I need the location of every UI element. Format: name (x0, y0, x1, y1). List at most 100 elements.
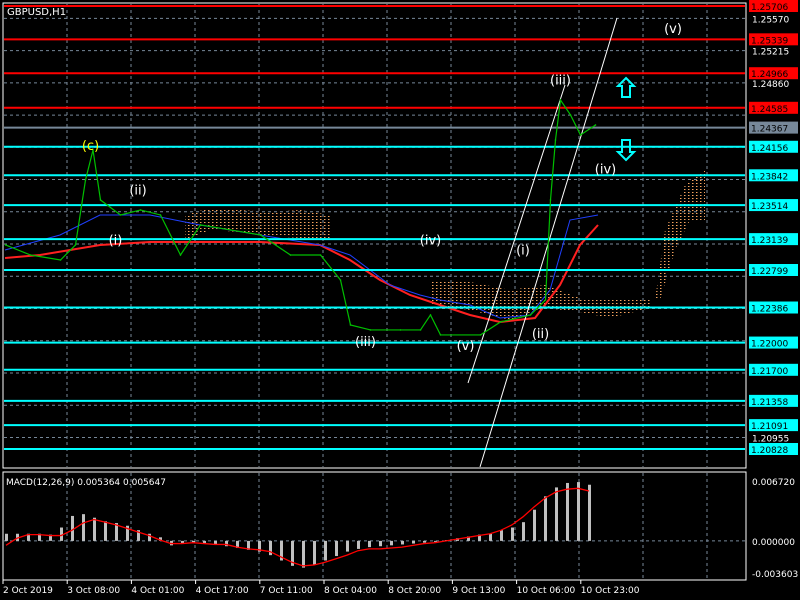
level-price-label: 1.25339 (751, 36, 788, 46)
trend-line-impulse[interactable] (467, 84, 566, 384)
trend-lines (467, 17, 618, 468)
price-point (319, 254, 322, 256)
wave-label: (c) (82, 139, 99, 154)
wave-label: (ii) (532, 327, 549, 342)
macd-histogram-bar (511, 527, 514, 541)
macd-histogram-bar (82, 514, 85, 541)
level-price-label: 1.24966 (751, 70, 788, 80)
price-axis: 1.25570 1.25215 1.24860 1.20955 (752, 15, 789, 444)
wave-label: (v) (664, 22, 682, 37)
level-price-label: 1.24367 (751, 125, 788, 135)
arrow-down-icon (615, 139, 637, 162)
level-price-label: 1.24156 (751, 144, 788, 154)
grid (4, 4, 745, 579)
price-point (419, 329, 422, 331)
price-point (529, 314, 532, 316)
macd-histogram-bar (412, 540, 415, 544)
price-point (569, 114, 572, 116)
wave-label: (iv) (420, 233, 441, 248)
macd-histogram-bar (500, 530, 503, 541)
level-price-label: 1.23842 (751, 172, 788, 182)
macd-tick-label: 0.006720 (752, 478, 795, 488)
chart-title: GBPUSD,H1 (7, 7, 66, 18)
level-price-label: 1.25706 (751, 3, 788, 13)
price-point (74, 244, 77, 246)
level-price-label: 1.22799 (751, 267, 788, 277)
macd-histogram-bar (346, 540, 349, 552)
macd-tick-label: 0.000000 (752, 538, 795, 548)
price-point (139, 209, 142, 211)
macd-histogram-bar (335, 540, 338, 557)
macd-histogram-bar (434, 540, 437, 542)
macd-histogram-bar (324, 540, 327, 561)
macd-histogram-bar (555, 487, 558, 541)
price-point (99, 199, 102, 201)
time-tick-label: 4 Oct 01:00 (131, 586, 184, 596)
price-point (119, 214, 122, 216)
price-point (29, 254, 32, 256)
price-point (259, 234, 262, 236)
macd-histogram-bar (577, 482, 580, 541)
time-tick-label: 10 Oct 23:00 (581, 586, 640, 596)
price-tick-label: 1.20955 (752, 434, 789, 444)
macd-title: MACD(12,26,9) 0.005364 0.005647 (6, 478, 166, 488)
level-price-label: 1.20828 (751, 446, 788, 456)
macd-histogram-bar (401, 540, 404, 545)
macd-histogram-bar (533, 509, 536, 541)
price-point (544, 299, 547, 301)
price-point (559, 99, 562, 101)
macd-histogram-bar (489, 533, 492, 541)
price-point (579, 134, 582, 136)
time-tick-label: 8 Oct 04:00 (324, 586, 377, 596)
macd-histogram-bar (357, 540, 360, 549)
wave-label: (i) (516, 243, 530, 258)
macd-indicator: 0.006720 0.000000 -0.003603 (4, 478, 798, 580)
price-point (84, 179, 87, 181)
price-chart: 1.25706 1.25339 1.24966 1.24585 1.24156 1.238… (2, 0, 798, 596)
macd-tick-label: -0.003603 (752, 570, 798, 580)
macd-histogram-bar (522, 522, 525, 541)
wave-label: (iii) (550, 74, 571, 89)
ichimoku-cloud (185, 170, 705, 320)
price-tick-label: 1.25215 (752, 48, 789, 58)
price-point (499, 321, 502, 323)
level-price-label: 1.24585 (751, 105, 788, 115)
price-tick-label: 1.24860 (752, 80, 789, 90)
price-point (399, 329, 402, 331)
price-point (199, 224, 202, 226)
time-tick-label: 4 Oct 17:00 (196, 586, 249, 596)
macd-histogram-bar (379, 540, 382, 547)
time-axis: 2 Oct 2019 3 Oct 08:00 4 Oct 01:00 4 Oct 17… (2, 580, 640, 596)
wave-label: (i) (109, 233, 123, 248)
level-price-label: 1.21700 (751, 367, 788, 377)
time-tick-label: 3 Oct 08:00 (67, 586, 120, 596)
price-point (479, 334, 482, 336)
macd-histogram-bar (588, 484, 591, 541)
price-point (59, 259, 62, 261)
price-point (339, 279, 342, 281)
wave-label: (v) (457, 339, 475, 354)
price-point (349, 324, 352, 326)
price-point (229, 229, 232, 231)
macd-frame (2, 471, 747, 581)
macd-histogram-bar (313, 540, 316, 565)
macd-histogram-bar (104, 521, 107, 541)
level-price-label: 1.23514 (751, 202, 788, 212)
arrow-up-icon (615, 76, 637, 98)
level-price-label: 1.22000 (751, 340, 788, 350)
time-tick-label: 2 Oct 2019 (3, 586, 53, 596)
level-price-label: 1.21091 (751, 422, 788, 432)
macd-histogram-bar (566, 482, 569, 541)
price-tick-label: 1.25570 (752, 15, 789, 25)
time-tick-label: 10 Oct 06:00 (517, 586, 576, 596)
wave-label: (iv) (595, 163, 616, 178)
time-tick-label: 9 Oct 13:00 (452, 586, 505, 596)
macd-histogram-bar (368, 540, 371, 548)
price-point (159, 214, 162, 216)
macd-histogram-bar (544, 496, 547, 541)
wave-label: (ii) (129, 184, 146, 199)
level-price-label: 1.23139 (751, 236, 788, 246)
price-point (429, 314, 432, 316)
level-price-label: 1.21358 (751, 398, 788, 408)
macd-histogram-bar (93, 517, 96, 541)
